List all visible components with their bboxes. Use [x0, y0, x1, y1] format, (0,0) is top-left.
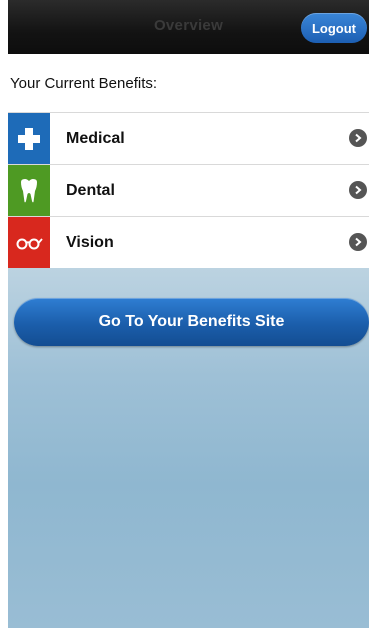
top-navigation-bar: Overview Logout — [8, 0, 369, 54]
chevron-right-icon — [349, 129, 367, 147]
tooth-icon — [8, 165, 50, 216]
chevron-right-icon — [349, 181, 367, 199]
benefits-heading: Your Current Benefits: — [10, 75, 158, 92]
benefits-list: Medical Dental Vision — [8, 112, 369, 269]
benefit-item-vision[interactable]: Vision — [8, 216, 369, 269]
benefit-label-vision: Vision — [66, 233, 114, 251]
chevron-right-icon — [349, 233, 367, 251]
benefit-label-medical: Medical — [66, 129, 125, 147]
glasses-icon — [8, 217, 50, 268]
benefit-item-dental[interactable]: Dental — [8, 164, 369, 216]
medical-cross-icon — [8, 113, 50, 164]
go-to-benefits-site-button[interactable]: Go To Your Benefits Site — [14, 298, 369, 346]
benefit-label-dental: Dental — [66, 181, 115, 199]
logout-button[interactable]: Logout — [301, 13, 367, 43]
app-screen: Overview Logout Your Current Benefits: M… — [8, 0, 369, 628]
benefit-item-medical[interactable]: Medical — [8, 112, 369, 164]
